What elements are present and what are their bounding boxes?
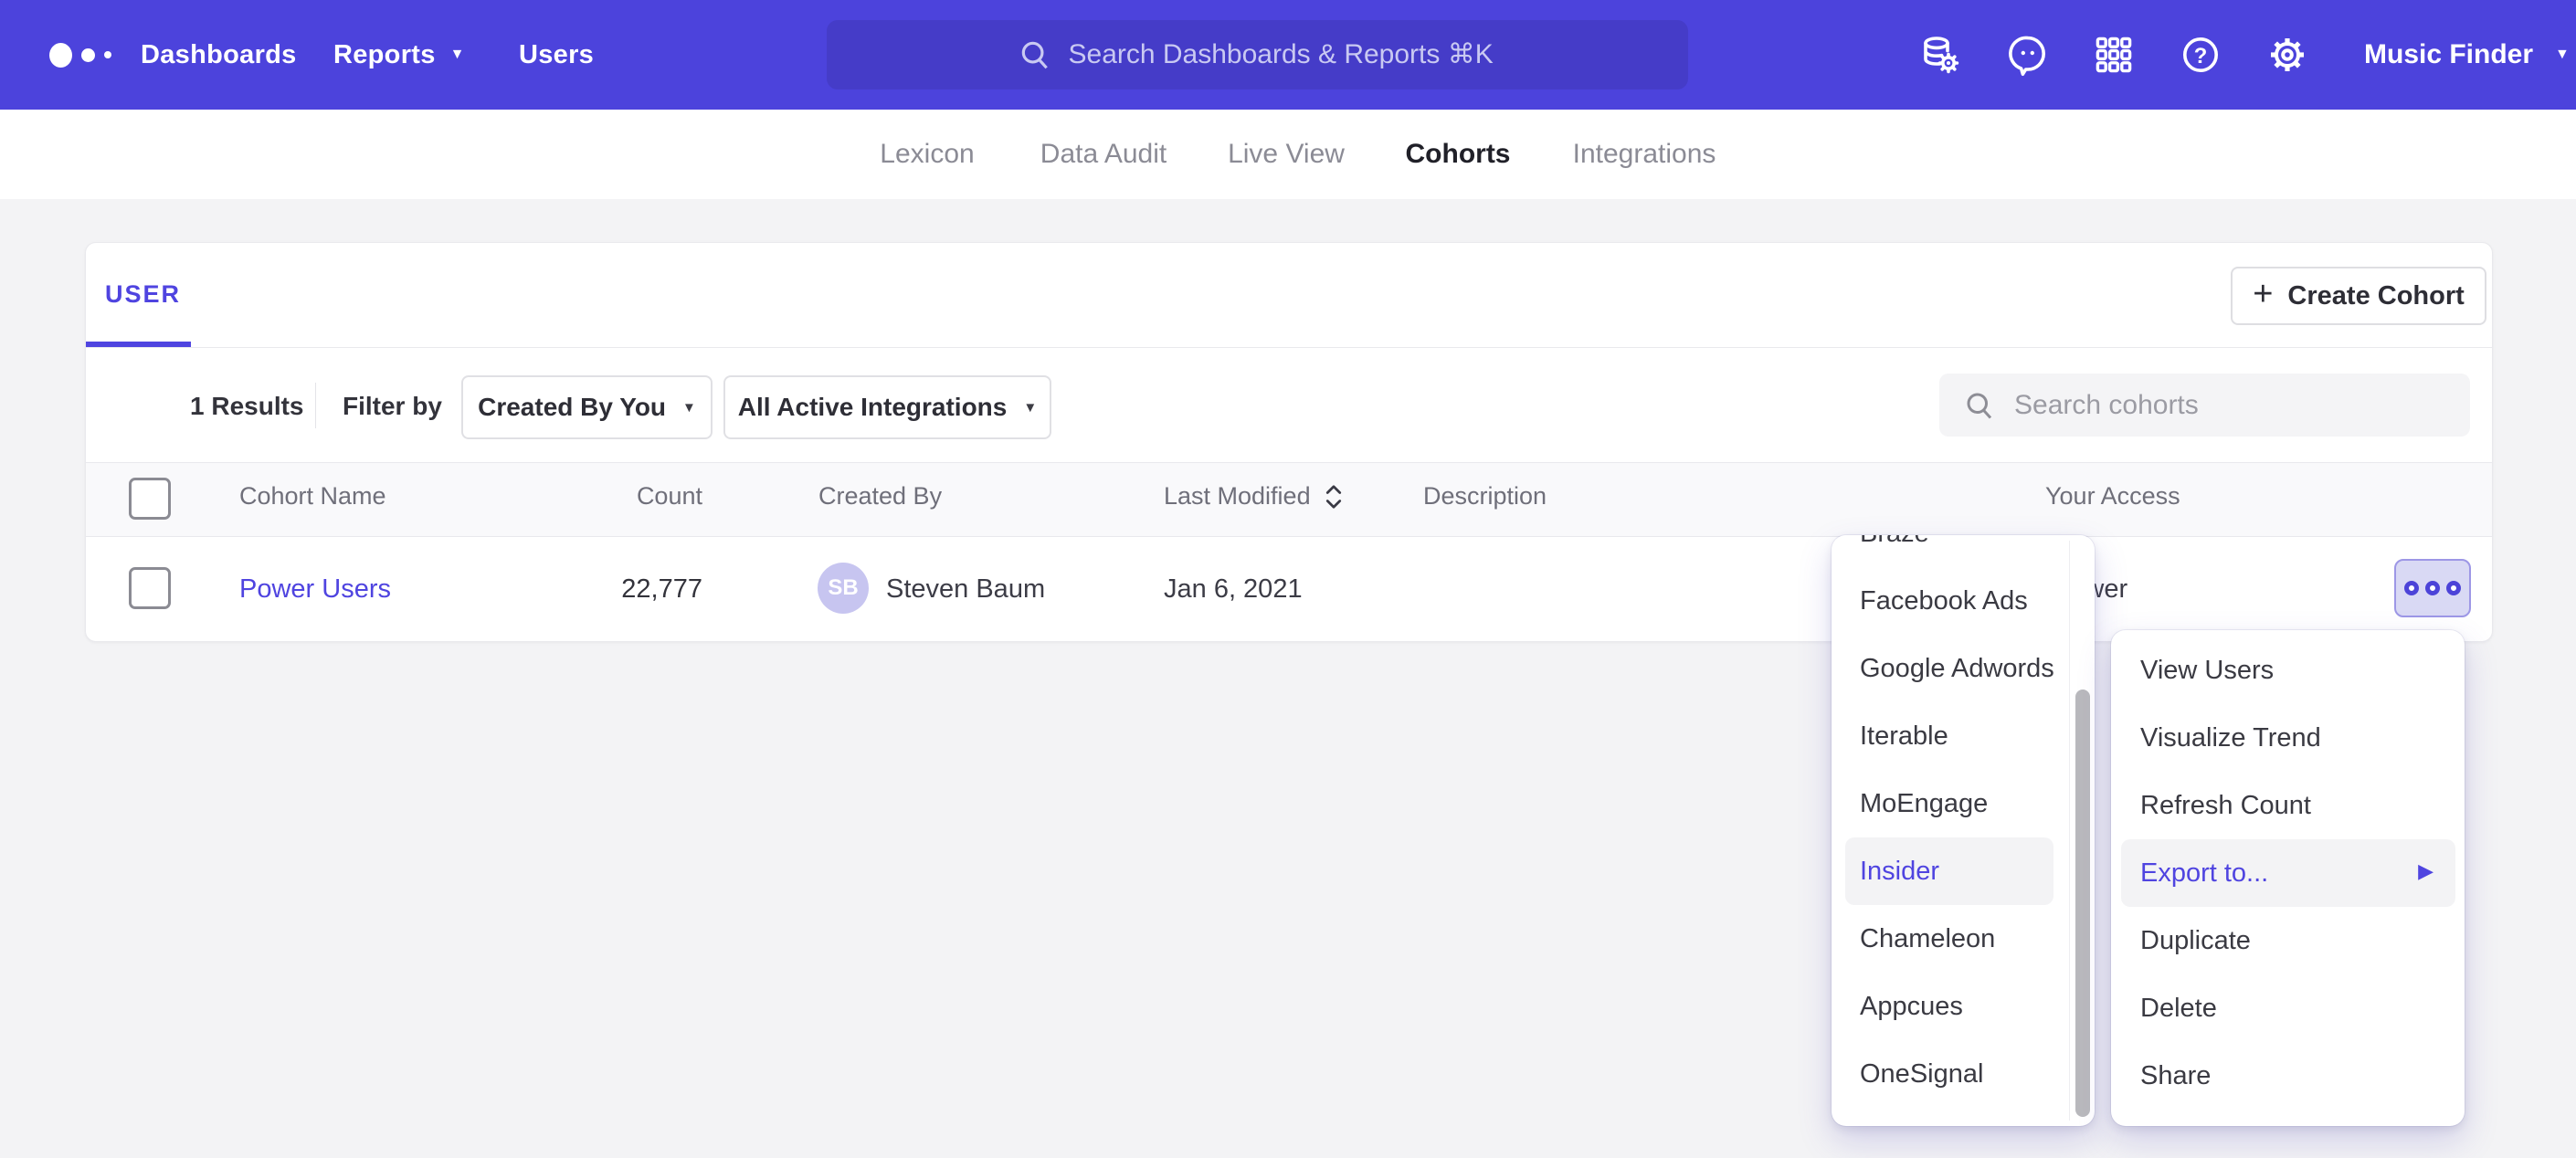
filter-by-label: Filter by <box>343 392 442 421</box>
menu-item-facebook-ads[interactable]: Facebook Ads <box>1845 567 2053 635</box>
created-by-name: Steven Baum <box>886 574 1045 605</box>
feedback-icon[interactable] <box>2006 33 2050 77</box>
create-cohort-button[interactable]: + Create Cohort <box>2231 267 2486 325</box>
avatar: SB <box>818 563 869 614</box>
ellipsis-dot-icon <box>2446 581 2461 595</box>
cohort-context-menu: View Users Visualize Trend Refresh Count… <box>2111 630 2465 1126</box>
tab-cohorts[interactable]: Cohorts <box>1406 110 1511 199</box>
cohorts-panel: USER + Create Cohort 1 Results Filter by… <box>85 242 2493 642</box>
column-your-access: Your Access <box>2045 482 2180 511</box>
ellipsis-dot-icon <box>2404 581 2419 595</box>
global-search[interactable] <box>827 20 1688 89</box>
integrations-filter-label: All Active Integrations <box>738 393 1008 422</box>
project-switcher[interactable]: Music Finder ▼ <box>2364 0 2570 110</box>
row-checkbox[interactable] <box>129 567 171 609</box>
menu-item-onesignal[interactable]: OneSignal <box>1845 1040 2053 1108</box>
secondary-tab-bar: Lexicon Data Audit Live View Cohorts Int… <box>0 110 2576 199</box>
menu-item-refresh-count[interactable]: Refresh Count <box>2121 772 2455 839</box>
sort-icon <box>1324 483 1344 511</box>
chevron-down-icon: ▼ <box>682 401 696 415</box>
divider <box>315 383 316 428</box>
divider <box>86 347 2492 348</box>
nav-reports-label: Reports <box>333 40 436 70</box>
tab-live-view[interactable]: Live View <box>1228 110 1345 199</box>
plus-icon: + <box>2253 275 2273 314</box>
menu-item-iterable[interactable]: Iterable <box>1845 702 2053 770</box>
tab-data-audit[interactable]: Data Audit <box>1040 110 1167 199</box>
submenu-arrow-icon: ▶ <box>2418 861 2433 881</box>
global-search-input[interactable] <box>1069 39 1498 70</box>
menu-item-braze[interactable]: Braze <box>1845 535 2053 567</box>
data-settings-icon[interactable] <box>1918 33 1962 77</box>
column-cohort-name: Cohort Name <box>239 482 386 511</box>
menu-item-insider[interactable]: Insider <box>1845 837 2053 905</box>
scrollbar[interactable] <box>2075 690 2090 1117</box>
logo-dot-icon <box>49 43 72 68</box>
row-actions-button[interactable] <box>2394 559 2471 617</box>
menu-item-visualize-trend[interactable]: Visualize Trend <box>2121 704 2455 772</box>
menu-item-chameleon[interactable]: Chameleon <box>1845 905 2053 973</box>
tab-user-cohorts[interactable]: USER <box>105 280 181 309</box>
cohort-name-link[interactable]: Power Users <box>239 574 391 605</box>
logo-dot-icon <box>81 48 95 62</box>
menu-item-view-users[interactable]: View Users <box>2121 637 2455 704</box>
menu-item-export-to-label: Export to... <box>2140 858 2268 889</box>
menu-item-duplicate[interactable]: Duplicate <box>2121 907 2455 974</box>
ellipsis-dot-icon <box>2425 581 2440 595</box>
column-last-modified[interactable]: Last Modified <box>1164 482 1344 511</box>
tab-integrations[interactable]: Integrations <box>1573 110 1716 199</box>
search-icon <box>1018 37 1052 72</box>
help-icon[interactable]: ? <box>2179 33 2222 77</box>
question-mark-glyph: ? <box>2194 44 2208 68</box>
settings-gear-icon[interactable] <box>2265 33 2309 77</box>
logo-dot-icon <box>104 51 111 58</box>
created-by-filter-label: Created By You <box>478 393 666 422</box>
menu-item-moengage[interactable]: MoEngage <box>1845 770 2053 837</box>
integrations-filter[interactable]: All Active Integrations ▼ <box>723 375 1051 439</box>
menu-item-appcues[interactable]: Appcues <box>1845 973 2053 1040</box>
select-all-checkbox[interactable] <box>129 478 171 520</box>
tab-lexicon[interactable]: Lexicon <box>880 110 974 199</box>
menu-item-export-to[interactable]: Export to... ▶ <box>2121 839 2455 907</box>
nav-users[interactable]: Users <box>519 0 594 110</box>
last-modified-date: Jan 6, 2021 <box>1164 574 1303 605</box>
menu-item-google-adwords[interactable]: Google Adwords <box>1845 635 2053 702</box>
menu-item-share[interactable]: Share <box>2121 1042 2455 1110</box>
export-destinations-menu: Braze Facebook Ads Google Adwords Iterab… <box>1832 535 2095 1126</box>
chevron-down-icon: ▼ <box>450 47 465 62</box>
column-description: Description <box>1423 482 1547 511</box>
results-count: 1 Results <box>190 392 304 421</box>
created-by-filter[interactable]: Created By You ▼ <box>461 375 713 439</box>
search-icon <box>1963 389 1996 422</box>
create-cohort-label: Create Cohort <box>2287 281 2464 311</box>
chevron-down-icon: ▼ <box>1023 401 1037 415</box>
column-created-by: Created By <box>818 482 942 511</box>
mixpanel-logo[interactable] <box>49 0 111 110</box>
apps-grid-icon[interactable] <box>2092 33 2136 77</box>
nav-dashboards[interactable]: Dashboards <box>141 0 297 110</box>
cohort-count: 22,777 <box>520 574 702 605</box>
cohort-search-input[interactable] <box>2014 390 2416 421</box>
chevron-down-icon: ▼ <box>2555 47 2570 62</box>
nav-reports[interactable]: Reports ▼ <box>333 0 465 110</box>
cohort-search[interactable] <box>1939 374 2470 437</box>
export-destinations-list: Braze Facebook Ads Google Adwords Iterab… <box>1832 535 2095 1108</box>
column-last-modified-label: Last Modified <box>1164 482 1311 511</box>
menu-item-delete[interactable]: Delete <box>2121 974 2455 1042</box>
divider <box>2069 541 2070 1121</box>
top-navigation-bar: Dashboards Reports ▼ Users <box>0 0 2576 110</box>
column-count: Count <box>520 482 702 511</box>
project-name: Music Finder <box>2364 39 2533 70</box>
